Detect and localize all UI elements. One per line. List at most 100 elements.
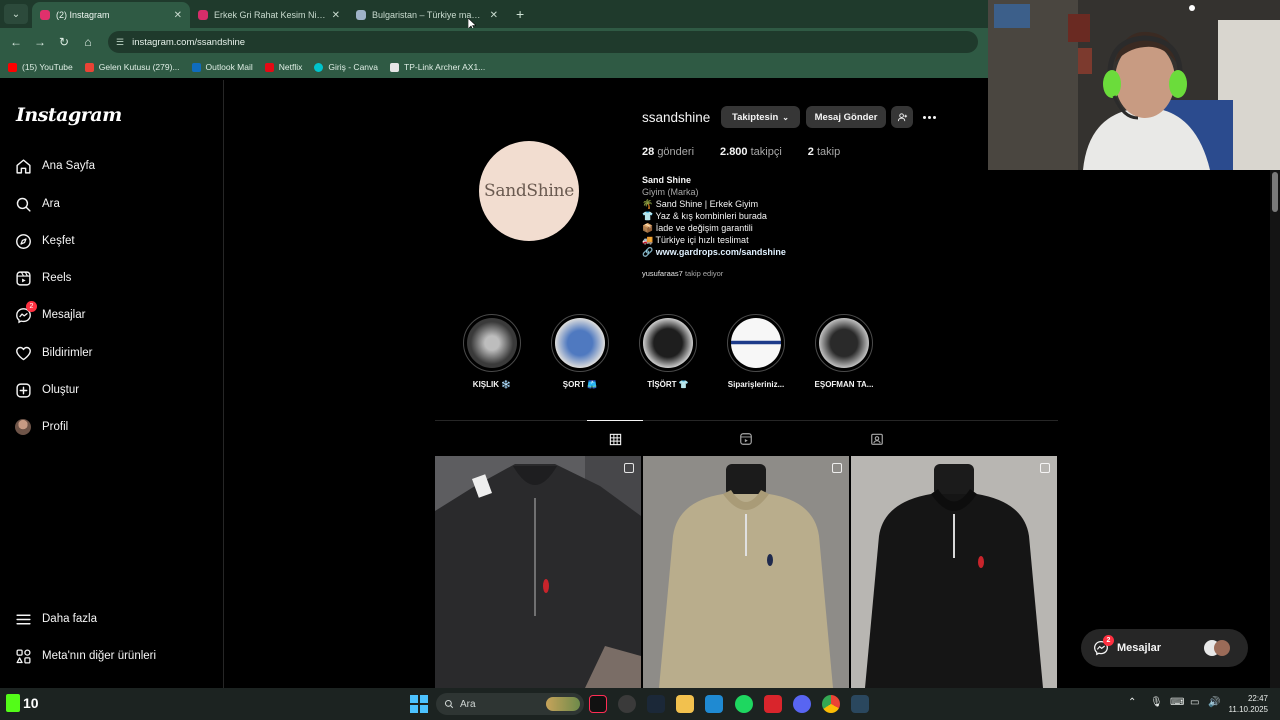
plus-square-icon — [14, 381, 32, 399]
post-thumbnail[interactable] — [435, 456, 641, 688]
bookmark-youtube[interactable]: (15) YouTube — [8, 62, 73, 72]
close-tab-icon[interactable]: ✕ — [174, 10, 182, 21]
messenger-icon: 2 — [1093, 635, 1114, 656]
bio-line: 📦 İade ve değişim garantili — [642, 223, 753, 233]
tray-chevron-icon[interactable]: ⌃ — [1128, 697, 1136, 708]
multiple-images-icon — [624, 463, 634, 473]
back-icon[interactable]: ← — [6, 32, 26, 52]
bookmark-outlook[interactable]: Outlook Mail — [191, 62, 253, 72]
sidebar-item-more[interactable]: Daha fazla — [14, 605, 97, 633]
highlight-tisort[interactable]: TİŞÖRT 👕 — [628, 314, 708, 389]
keyboard-icon[interactable]: ⌨ — [1170, 697, 1184, 708]
tab-search-button[interactable]: ⌄ — [4, 4, 28, 24]
widgets-button[interactable]: 10 — [6, 694, 39, 712]
file-explorer-icon[interactable] — [676, 695, 694, 713]
forward-icon[interactable]: → — [30, 32, 50, 52]
volume-icon[interactable]: 🔊 — [1208, 697, 1220, 708]
obs-icon[interactable] — [618, 695, 636, 713]
profile-picture[interactable]: SandShine — [479, 141, 579, 241]
red-app-icon[interactable] — [764, 695, 782, 713]
site-info-icon[interactable]: ☰ — [116, 37, 124, 48]
more-options-icon[interactable] — [920, 108, 938, 126]
sidebar-item-meta[interactable]: Meta'nın diğer ürünleri — [14, 642, 156, 670]
highlight-kislik[interactable]: KIŞLIK ❄️ — [452, 314, 532, 389]
posts-label: gönderi — [657, 146, 695, 158]
windows-start-icon[interactable] — [410, 695, 428, 713]
bookmark-canva[interactable]: Giriş - Canva — [314, 62, 378, 72]
sidebar-item-label: Daha fazla — [42, 613, 97, 625]
highlight-esofman[interactable]: EŞOFMAN TA... — [804, 314, 884, 389]
close-tab-icon[interactable]: ✕ — [332, 10, 340, 21]
system-clock[interactable]: 22:47 11.10.2025 — [1229, 693, 1268, 715]
profile-bio: Sand Shine Giyim (Marka) 🌴 Sand Shine | … — [642, 174, 786, 258]
tab-reels[interactable] — [738, 431, 754, 447]
followed-by[interactable]: yusufaraas7 takip ediyor — [642, 269, 723, 278]
sidebar-item-create[interactable]: Oluştur — [14, 376, 79, 404]
sidebar-item-label: Profil — [42, 421, 69, 433]
taskbar-search[interactable]: Ara — [436, 693, 584, 715]
news-favicon-icon — [356, 10, 366, 20]
profile-stats: 28 gönderi 2.800 takipçi 2 takip — [642, 146, 840, 158]
tab-title: Erkek Gri Rahat Kesim Nike Eşo — [214, 10, 326, 20]
post-thumbnail[interactable] — [643, 456, 849, 688]
vscode-icon[interactable] — [705, 695, 723, 713]
scrollbar-thumb[interactable] — [1272, 172, 1278, 212]
highlight-siparisler[interactable]: Siparişleriniz... — [716, 314, 796, 389]
sidebar-item-messages[interactable]: 2 Mesajlar — [14, 301, 85, 329]
sidebar-item-reels[interactable]: Reels — [14, 264, 71, 292]
spotify-icon[interactable] — [735, 695, 753, 713]
sidebar-item-search[interactable]: Ara — [14, 190, 60, 218]
following-stat[interactable]: 2 takip — [808, 146, 840, 158]
message-button[interactable]: Mesaj Gönder — [806, 106, 886, 128]
address-bar[interactable]: ☰ instagram.com/ssandshine — [108, 31, 978, 53]
sidebar-item-label: Oluştur — [42, 384, 80, 396]
new-tab-button[interactable]: + — [506, 6, 534, 28]
outlook-icon — [191, 62, 201, 72]
steam-icon[interactable] — [647, 695, 665, 713]
tab-match[interactable]: Bulgaristan – Türkiye maçı canlı ✕ — [348, 2, 506, 28]
home-button-icon[interactable]: ⌂ — [78, 32, 98, 52]
youtube-icon — [8, 62, 17, 72]
microphone-icon[interactable]: 🎙 — [1150, 697, 1163, 708]
posts-count: 28 — [642, 146, 655, 158]
sidebar-item-notifications[interactable]: Bildirimler — [14, 339, 92, 367]
highlight-sort[interactable]: ŞORT 🩳 — [540, 314, 620, 389]
meta-apps-icon — [14, 647, 32, 665]
sidebar-item-explore[interactable]: Keşfet — [14, 227, 75, 255]
home-icon — [14, 157, 32, 175]
post-thumbnail[interactable] — [851, 456, 1057, 688]
unread-badge: 2 — [1103, 635, 1114, 646]
instagram-logo[interactable]: Instagram — [16, 104, 122, 126]
posts-stat: 28 gönderi — [642, 146, 694, 158]
post-image — [851, 456, 1057, 688]
sidebar-item-profile[interactable]: Profil — [14, 413, 68, 441]
discord-icon[interactable] — [793, 695, 811, 713]
bookmark-gmail[interactable]: Gelen Kutusu (279)... — [84, 62, 180, 72]
suggest-user-button[interactable] — [891, 106, 913, 128]
followers-stat[interactable]: 2.800 takipçi — [720, 146, 782, 158]
bio-line: 🌴 Sand Shine | Erkek Giyim — [642, 199, 759, 209]
tiktok-icon[interactable] — [589, 695, 607, 713]
close-tab-icon[interactable]: ✕ — [490, 10, 498, 21]
page-scrollbar[interactable] — [1270, 170, 1280, 688]
messages-pill[interactable]: 2 Mesajlar — [1081, 629, 1248, 667]
reload-icon[interactable]: ↻ — [54, 32, 74, 52]
highlight-ring — [815, 314, 873, 372]
bookmark-tplink[interactable]: TP-Link Archer AX1... — [390, 62, 485, 72]
chrome-icon[interactable] — [822, 695, 840, 713]
bio-link[interactable]: 🔗 www.gardrops.com/sandshine — [642, 246, 786, 258]
steam-client-icon[interactable] — [851, 695, 869, 713]
highlight-ring — [727, 314, 785, 372]
tab-instagram[interactable]: (2) Instagram ✕ — [32, 2, 190, 28]
following-label: takip — [816, 146, 841, 158]
multiple-images-icon — [832, 463, 842, 473]
tab-tagged[interactable] — [869, 431, 885, 447]
sidebar-item-label: Ana Sayfa — [42, 160, 96, 172]
bookmark-netflix[interactable]: Netflix — [264, 62, 302, 72]
following-button-label: Takiptesin — [732, 111, 779, 123]
tab-posts[interactable] — [587, 420, 643, 447]
tab-nike[interactable]: Erkek Gri Rahat Kesim Nike Eşo ✕ — [190, 2, 348, 28]
display-icon[interactable]: ▭ — [1190, 697, 1199, 708]
following-button[interactable]: Takiptesin ⌄ — [721, 106, 800, 128]
sidebar-item-home[interactable]: Ana Sayfa — [14, 152, 95, 180]
